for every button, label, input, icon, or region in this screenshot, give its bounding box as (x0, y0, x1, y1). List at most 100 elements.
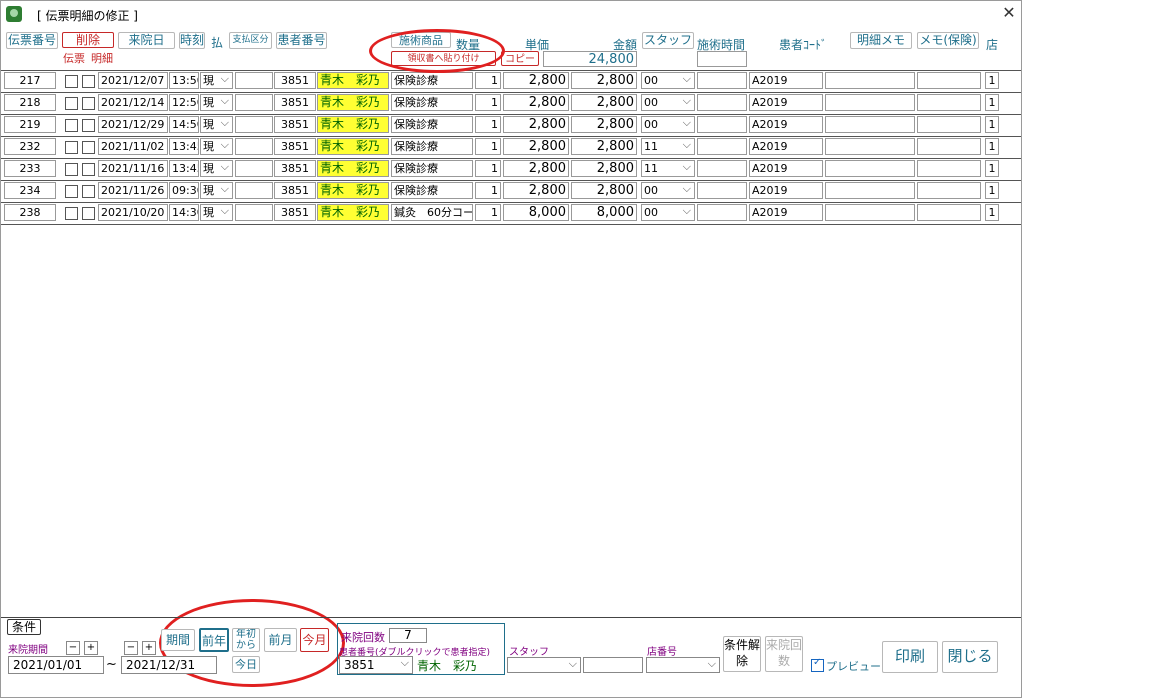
patient-code-cell[interactable]: A2019 (749, 72, 823, 89)
patient-number-cell[interactable]: 3851 (274, 160, 316, 177)
unit-price-cell[interactable]: 2,800 (503, 138, 569, 155)
delete-slip-checkbox[interactable] (65, 119, 78, 132)
staff-select[interactable]: 11 (641, 160, 695, 177)
slip-number-cell[interactable]: 233 (4, 160, 56, 177)
quantity-cell[interactable]: 1 (475, 182, 501, 199)
payment-type-cell[interactable] (235, 72, 273, 89)
delete-button[interactable]: 削除 (62, 32, 114, 48)
memo-insurance-button[interactable]: メモ(保険) (917, 32, 979, 49)
slip-number-button[interactable]: 伝票番号 (6, 32, 58, 49)
delete-line-checkbox[interactable] (82, 185, 95, 198)
payment-type-cell[interactable] (235, 160, 273, 177)
line-memo-cell[interactable] (825, 182, 915, 199)
line-memo-cell[interactable] (825, 72, 915, 89)
quantity-cell[interactable]: 1 (475, 72, 501, 89)
service-item-cell[interactable]: 保険診療 (391, 116, 473, 133)
visit-date-cell[interactable]: 2021/11/26 (98, 182, 168, 199)
store-cell[interactable]: 1 (985, 182, 999, 199)
service-item-cell[interactable]: 保険診療 (391, 72, 473, 89)
store-cell[interactable]: 1 (985, 72, 999, 89)
patient-code-cell[interactable]: A2019 (749, 204, 823, 221)
patient-code-cell[interactable]: A2019 (749, 160, 823, 177)
slip-number-cell[interactable]: 232 (4, 138, 56, 155)
payment-select[interactable]: 現 (200, 160, 233, 177)
staff-select[interactable]: 00 (641, 94, 695, 111)
memo-insurance-cell[interactable] (917, 160, 981, 177)
staff-select[interactable] (507, 656, 581, 673)
visit-date-cell[interactable]: 2021/11/02 (98, 138, 168, 155)
line-memo-cell[interactable] (825, 160, 915, 177)
preview-checkbox[interactable]: ✓ (811, 657, 824, 672)
amount-cell[interactable]: 2,800 (571, 160, 637, 177)
service-item-cell[interactable]: 保険診療 (391, 138, 473, 155)
delete-line-checkbox[interactable] (82, 141, 95, 154)
patient-code-cell[interactable]: A2019 (749, 138, 823, 155)
unit-price-cell[interactable]: 2,800 (503, 116, 569, 133)
date-from-plus-button[interactable]: + (84, 641, 98, 655)
payment-type-cell[interactable] (235, 182, 273, 199)
delete-slip-checkbox[interactable] (65, 97, 78, 110)
memo-insurance-cell[interactable] (917, 72, 981, 89)
delete-slip-checkbox[interactable] (65, 185, 78, 198)
patient-number-cell[interactable]: 3851 (274, 182, 316, 199)
store-cell[interactable]: 1 (985, 138, 999, 155)
this-month-button[interactable]: 今月 (300, 628, 329, 652)
patient-name-cell[interactable]: 青木 彩乃 (317, 72, 389, 89)
patient-number-cell[interactable]: 3851 (274, 116, 316, 133)
patient-name-cell[interactable]: 青木 彩乃 (317, 138, 389, 155)
payment-select[interactable]: 現 (200, 94, 233, 111)
today-button[interactable]: 今日 (232, 656, 260, 673)
payment-select[interactable]: 現 (200, 138, 233, 155)
close-button[interactable]: 閉じる (942, 641, 998, 673)
time-cell[interactable]: 14:50 (169, 116, 199, 133)
visit-date-cell[interactable]: 2021/10/20 (98, 204, 168, 221)
staff-select[interactable]: 00 (641, 204, 695, 221)
time-cell[interactable]: 13:45 (169, 138, 199, 155)
patient-name-cell[interactable]: 青木 彩乃 (317, 204, 389, 221)
slip-number-cell[interactable]: 218 (4, 94, 56, 111)
visit-count-button[interactable]: 来院回数 (765, 636, 803, 672)
store-cell[interactable]: 1 (985, 204, 999, 221)
memo-insurance-cell[interactable] (917, 116, 981, 133)
treatment-time-input[interactable] (697, 51, 747, 67)
treatment-time-cell[interactable] (697, 116, 747, 133)
patient-name-cell[interactable]: 青木 彩乃 (317, 116, 389, 133)
service-item-cell[interactable]: 保険診療 (391, 160, 473, 177)
line-memo-button[interactable]: 明細メモ (850, 32, 912, 49)
time-cell[interactable]: 13:50 (169, 72, 199, 89)
memo-insurance-cell[interactable] (917, 138, 981, 155)
date-to-field[interactable]: 2021/12/31 (121, 656, 217, 674)
delete-slip-checkbox[interactable] (65, 163, 78, 176)
service-item-cell[interactable]: 鍼灸 60分コー (391, 204, 473, 221)
quantity-cell[interactable]: 1 (475, 160, 501, 177)
treatment-time-cell[interactable] (697, 204, 747, 221)
payment-select[interactable]: 現 (200, 204, 233, 221)
staff-select[interactable]: 00 (641, 72, 695, 89)
date-from-minus-button[interactable]: − (66, 641, 80, 655)
amount-cell[interactable]: 8,000 (571, 204, 637, 221)
amount-cell[interactable]: 2,800 (571, 116, 637, 133)
prev-month-button[interactable]: 前月 (264, 628, 297, 652)
visit-date-cell[interactable]: 2021/12/14 (98, 94, 168, 111)
payment-select[interactable]: 現 (200, 116, 233, 133)
conditions-tab[interactable]: 条件 (7, 619, 41, 635)
from-year-start-button[interactable]: 年初から (232, 628, 260, 652)
delete-slip-checkbox[interactable] (65, 75, 78, 88)
payment-type-cell[interactable] (235, 204, 273, 221)
visit-date-button[interactable]: 来院日 (118, 32, 175, 49)
amount-cell[interactable]: 2,800 (571, 72, 637, 89)
delete-line-checkbox[interactable] (82, 207, 95, 220)
prev-year-button[interactable]: 前年 (199, 628, 229, 652)
service-item-cell[interactable]: 保険診療 (391, 94, 473, 111)
slip-number-cell[interactable]: 219 (4, 116, 56, 133)
patient-code-cell[interactable]: A2019 (749, 182, 823, 199)
staff-select[interactable]: 11 (641, 138, 695, 155)
amount-cell[interactable]: 2,800 (571, 94, 637, 111)
time-cell[interactable]: 13:45 (169, 160, 199, 177)
delete-line-checkbox[interactable] (82, 119, 95, 132)
patient-code-cell[interactable]: A2019 (749, 94, 823, 111)
delete-line-checkbox[interactable] (82, 75, 95, 88)
quantity-cell[interactable]: 1 (475, 138, 501, 155)
date-from-field[interactable]: 2021/01/01 (8, 656, 104, 674)
unit-price-cell[interactable]: 2,800 (503, 72, 569, 89)
